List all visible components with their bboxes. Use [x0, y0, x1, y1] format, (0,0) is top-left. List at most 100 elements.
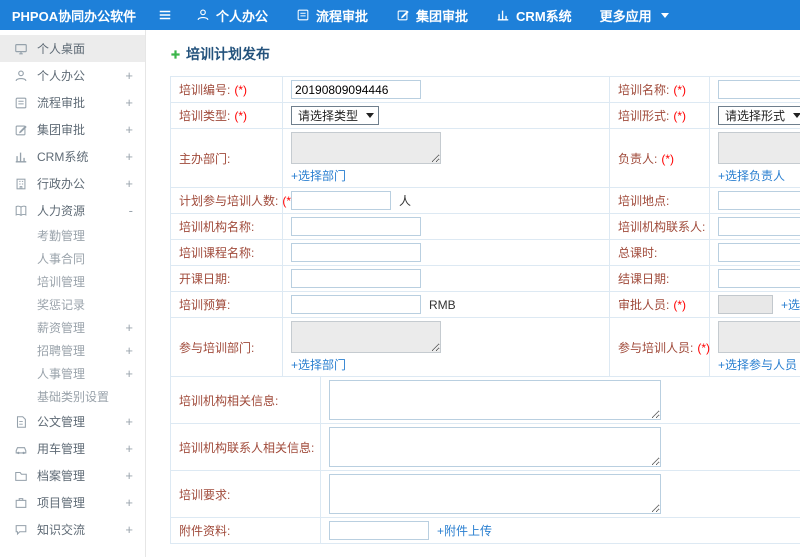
selected-option: 请选择类型: [298, 109, 359, 123]
form-row: 计划参与培训人数: (*) 人 培训地点:: [170, 187, 800, 214]
sidebar-item-knowledge-exchange[interactable]: 知识交流 +: [0, 516, 145, 543]
end-date-input[interactable]: [718, 269, 800, 288]
sidebar-item-personal-office[interactable]: 个人办公 +: [0, 62, 145, 89]
main-content: 培训计划发布 培训编号:(*) 培训名称:(*) 培训类型:(*) 请选择类型 …: [146, 30, 800, 557]
expand-toggle: +: [125, 343, 133, 358]
training-form-select[interactable]: 请选择形式: [718, 106, 800, 125]
leader-textarea[interactable]: [718, 132, 800, 164]
expand-toggle: +: [125, 522, 133, 537]
sidebar-item-label: 集团审批: [37, 123, 86, 137]
sidebar-subitem-label: 人事合同: [37, 252, 86, 266]
sidebar-subitem-label: 薪资管理: [37, 321, 86, 335]
unit-label: 人: [399, 193, 412, 208]
training-location-label: 培训地点:: [618, 194, 670, 208]
budget-input[interactable]: [291, 295, 421, 314]
training-form-label: 培训形式:: [618, 109, 670, 123]
total-hours-label: 总课时:: [618, 246, 658, 260]
sidebar-item-admin-office[interactable]: 行政办公 +: [0, 170, 145, 197]
approver-input[interactable]: [718, 295, 773, 314]
sidebar-subitem-training-management[interactable]: 培训管理: [0, 270, 145, 293]
select-leader-link[interactable]: +选择负责人: [718, 167, 785, 184]
training-location-input[interactable]: [718, 191, 800, 210]
total-hours-input[interactable]: [718, 243, 800, 262]
training-type-label: 培训类型:: [179, 109, 231, 123]
institution-info-textarea[interactable]: [329, 380, 661, 420]
required-mark: (*): [697, 340, 711, 355]
sidebar-item-personal-desktop[interactable]: 个人桌面: [0, 35, 145, 62]
select-department-link[interactable]: +选择部门: [291, 356, 346, 373]
institution-contact-info-textarea[interactable]: [329, 427, 661, 467]
sidebar-subitem-personnel-management[interactable]: 人事管理 +: [0, 362, 145, 385]
sidebar-item-vehicle-management[interactable]: 用车管理 +: [0, 435, 145, 462]
page-title-text: 培训计划发布: [186, 46, 270, 62]
form-row: 培训预算: RMB 审批人员:(*) +选择审批人员: [170, 291, 800, 318]
form-row: 培训机构联系人相关信息:: [170, 423, 800, 471]
sidebar-subitem-recruitment-management[interactable]: 招聘管理 +: [0, 339, 145, 362]
car-icon: [14, 442, 28, 456]
expand-toggle: +: [125, 122, 133, 137]
topnav-item-personal-office[interactable]: 个人办公: [182, 0, 282, 30]
sidebar-subitem-attendance-management[interactable]: 考勤管理: [0, 224, 145, 247]
sidebar-subitem-basic-category-settings[interactable]: 基础类别设置: [0, 385, 145, 408]
page-title: 培训计划发布: [170, 44, 800, 64]
start-date-input[interactable]: [291, 269, 421, 288]
sidebar-item-archive-management[interactable]: 档案管理 +: [0, 462, 145, 489]
select-approver-link[interactable]: +选择审批人员: [781, 298, 800, 312]
chat-icon: [14, 523, 28, 537]
sidebar-subitem-label: 培训管理: [37, 275, 86, 289]
participant-count-input[interactable]: [291, 191, 391, 210]
sidebar-item-label: CRM系统: [37, 150, 89, 164]
topnav-label: 流程审批: [316, 8, 369, 24]
topnav-item-crm-system[interactable]: CRM系统: [482, 0, 586, 30]
training-number-input[interactable]: [291, 80, 421, 99]
training-requirements-textarea[interactable]: [329, 474, 661, 514]
select-department-link[interactable]: +选择部门: [291, 167, 346, 184]
form-row: 开课日期: 结课日期:: [170, 265, 800, 292]
topnav-item-more-apps[interactable]: 更多应用: [586, 0, 683, 30]
attachment-upload-link[interactable]: +附件上传: [437, 524, 492, 538]
desktop-icon: [14, 42, 28, 56]
attachment-label: 附件资料:: [179, 524, 231, 538]
menu-toggle-button[interactable]: [148, 0, 182, 30]
form-row: 参与培训部门: +选择部门 参与培训人员: (*) +选择参与人员: [170, 317, 800, 377]
sidebar-subitem-personnel-contract[interactable]: 人事合同: [0, 247, 145, 270]
sidebar-item-label: 人力资源: [37, 204, 86, 218]
sidebar-item-process-approval[interactable]: 流程审批 +: [0, 89, 145, 116]
expand-toggle: +: [125, 441, 133, 456]
course-name-input[interactable]: [291, 243, 421, 262]
participating-personnel-textarea[interactable]: [718, 321, 800, 353]
sidebar-item-label: 流程审批: [37, 96, 86, 110]
expand-toggle: +: [125, 320, 133, 335]
host-department-label: 主办部门:: [179, 151, 231, 166]
user-icon: [14, 69, 28, 83]
form-row: 培训要求:: [170, 470, 800, 518]
training-type-select[interactable]: 请选择类型: [291, 106, 380, 125]
participating-departments-textarea[interactable]: [291, 321, 441, 353]
sidebar-item-document-management[interactable]: 公文管理 +: [0, 408, 145, 435]
training-name-input[interactable]: [718, 80, 800, 99]
institution-name-input[interactable]: [291, 217, 421, 236]
flow-icon: [14, 96, 28, 110]
sidebar-subitem-label: 人事管理: [37, 367, 86, 381]
form-row: 主办部门: +选择部门 负责人: (*) +选择负责人: [170, 128, 800, 188]
sidebar-item-crm-system[interactable]: CRM系统 +: [0, 143, 145, 170]
user-icon: [196, 8, 210, 22]
sidebar-item-label: 个人办公: [37, 69, 86, 83]
attachment-input[interactable]: [329, 521, 429, 540]
sidebar-item-label: 知识交流: [37, 523, 86, 537]
training-form-table: 培训编号:(*) 培训名称:(*) 培训类型:(*) 请选择类型 培训形式:(*…: [170, 76, 800, 377]
sidebar-item-group-approval[interactable]: 集团审批 +: [0, 116, 145, 143]
topnav-item-group-approval[interactable]: 集团审批: [382, 0, 482, 30]
participating-personnel-label: 参与培训人员:: [618, 340, 694, 355]
select-participants-link[interactable]: +选择参与人员: [718, 356, 797, 373]
topnav-item-process-approval[interactable]: 流程审批: [282, 0, 382, 30]
form-row: 培训类型: (*) 请选择类型 培训形式: (*) 请选择形式: [170, 102, 800, 129]
sidebar-item-project-management[interactable]: 项目管理 +: [0, 489, 145, 516]
chart-icon: [496, 8, 510, 22]
sidebar-item-human-resources[interactable]: 人力资源 -: [0, 197, 145, 224]
sidebar-subitem-reward-punishment[interactable]: 奖惩记录: [0, 293, 145, 316]
institution-contact-input[interactable]: [718, 217, 800, 236]
host-department-textarea[interactable]: [291, 132, 441, 164]
start-date-label: 开课日期:: [179, 272, 231, 286]
sidebar-subitem-salary-management[interactable]: 薪资管理 +: [0, 316, 145, 339]
